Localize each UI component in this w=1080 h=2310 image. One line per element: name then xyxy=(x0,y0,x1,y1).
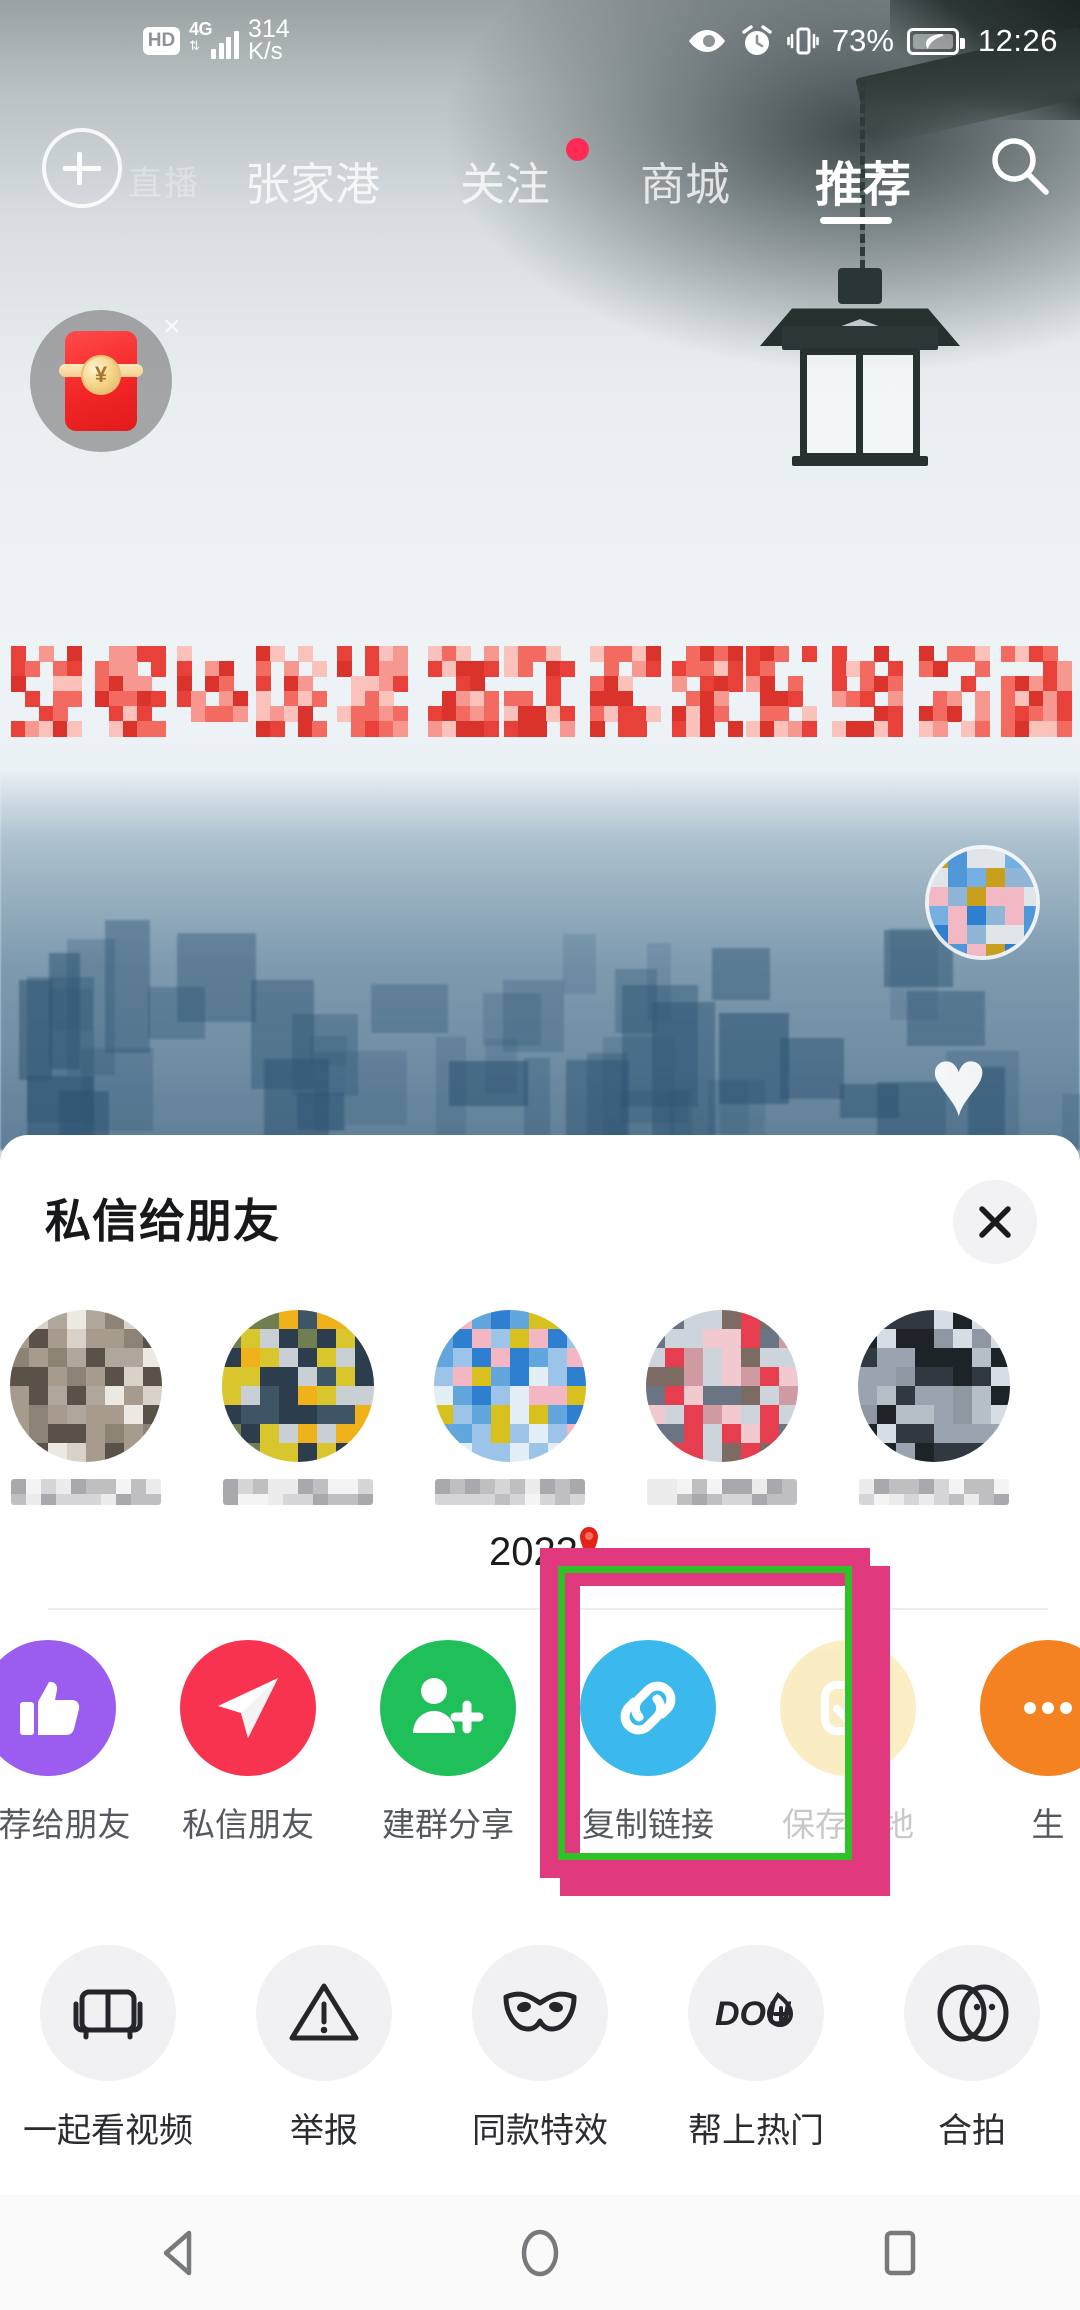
phone-screen: HD 4G ⇅ 314 K/s 73% 12:26 直播 张家港 关注 商城 推… xyxy=(0,0,1080,2310)
signal-bars-icon xyxy=(211,30,239,59)
dou-plus-icon: DOU xyxy=(688,1945,824,2081)
list-item[interactable] xyxy=(192,1310,404,1505)
status-bar: HD 4G ⇅ 314 K/s 73% 12:26 xyxy=(0,0,1080,82)
link-icon xyxy=(580,1640,716,1776)
battery-percent-label: 73% xyxy=(831,23,894,58)
red-envelope-icon: ¥ xyxy=(59,331,143,431)
like-heart-icon[interactable]: ♥ xyxy=(930,1035,1040,1135)
sheet-divider xyxy=(48,1608,1048,1610)
share-action-label: 建群分享 xyxy=(382,1806,514,1843)
share-action-1[interactable]: 私信朋友 xyxy=(148,1640,348,1846)
thumbs-up-icon xyxy=(0,1640,116,1776)
more-icon xyxy=(980,1640,1080,1776)
utility-action-1[interactable]: 举报 xyxy=(224,1945,424,2152)
paper-plane-icon xyxy=(180,1640,316,1776)
duet-circles-icon xyxy=(904,1945,1040,2081)
annotation-pointer-icon xyxy=(580,1527,598,1561)
share-action-4[interactable]: 保存本地 xyxy=(748,1640,948,1846)
active-tab-underline xyxy=(820,217,892,224)
utility-action-3[interactable]: DOU 帮上热门 xyxy=(656,1945,856,2152)
avatar xyxy=(222,1310,374,1462)
hanging-lantern-icon xyxy=(760,268,960,478)
live-ghost-label: 直播 xyxy=(128,165,200,203)
speed-unit: K/s xyxy=(248,38,283,66)
utility-action-label: 举报 xyxy=(290,2112,358,2150)
friend-name xyxy=(435,1479,585,1505)
coin-yuan-symbol: ¥ xyxy=(81,355,121,395)
alarm-clock-icon xyxy=(742,25,772,55)
share-action-label: 复制链接 xyxy=(582,1806,714,1843)
tab-mall[interactable]: 商城 xyxy=(640,148,730,213)
share-action-label: 生 xyxy=(1031,1806,1065,1843)
sheet-title: 私信给朋友 xyxy=(45,1195,280,1247)
utility-action-label: 帮上热门 xyxy=(688,2112,824,2150)
search-icon[interactable] xyxy=(988,134,1052,198)
utility-action-label: 一起看视频 xyxy=(23,2112,193,2150)
friend-name xyxy=(223,1479,373,1505)
friend-name xyxy=(859,1479,1009,1505)
eye-icon xyxy=(688,30,725,52)
close-icon xyxy=(979,1206,1011,1238)
avatar xyxy=(10,1310,162,1462)
top-navigation: 直播 张家港 关注 商城 推荐 xyxy=(0,112,1080,230)
creator-avatar[interactable] xyxy=(925,845,1040,960)
sofa-icon xyxy=(40,1945,176,2081)
hd-icon: HD xyxy=(143,26,180,55)
status-clock: 12:26 xyxy=(977,23,1058,58)
tab-following[interactable]: 关注 xyxy=(460,148,550,213)
add-group-icon xyxy=(380,1640,516,1776)
close-button[interactable] xyxy=(953,1180,1037,1264)
list-item[interactable] xyxy=(828,1310,1040,1505)
friend-name xyxy=(11,1479,161,1505)
list-item[interactable] xyxy=(404,1310,616,1505)
vibrate-icon xyxy=(787,27,819,55)
share-action-label: 保存本地 xyxy=(782,1806,914,1843)
video-caption-pixelated xyxy=(0,628,1080,748)
android-navigation-bar xyxy=(0,2195,1080,2310)
network-type-label: 4G xyxy=(189,18,213,39)
annotation-note: 2023 xyxy=(489,1530,578,1574)
share-action-3[interactable]: 复制链接 xyxy=(548,1640,748,1846)
utility-action-label: 同款特效 xyxy=(472,2112,608,2150)
home-circle-icon[interactable] xyxy=(513,2226,567,2280)
utility-action-0[interactable]: 一起看视频 xyxy=(8,1945,208,2152)
friend-share-list[interactable] xyxy=(0,1310,1080,1560)
share-action-5[interactable]: 生 xyxy=(948,1640,1080,1846)
battery-saver-icon xyxy=(906,27,965,55)
data-arrows-icon: ⇅ xyxy=(189,37,200,53)
following-badge-dot xyxy=(566,138,589,161)
tab-recommend[interactable]: 推荐 xyxy=(815,145,911,215)
signal-icon: 4G ⇅ xyxy=(189,18,239,61)
tab-zhangjiagang[interactable]: 张家港 xyxy=(245,148,380,213)
utility-action-label: 合拍 xyxy=(938,2112,1006,2150)
red-packet-widget[interactable]: ¥ xyxy=(30,310,172,452)
avatar xyxy=(646,1310,798,1462)
list-item[interactable] xyxy=(616,1310,828,1505)
friend-name xyxy=(647,1479,797,1505)
red-packet-close-icon[interactable]: × xyxy=(163,312,181,342)
back-triangle-icon[interactable] xyxy=(153,2226,207,2280)
mask-icon xyxy=(472,1945,608,2081)
list-item[interactable] xyxy=(0,1310,192,1505)
warning-triangle-icon xyxy=(256,1945,392,2081)
recents-square-icon[interactable] xyxy=(873,2226,927,2280)
add-button[interactable] xyxy=(42,128,122,208)
share-action-label: 推荐给朋友 xyxy=(0,1806,131,1843)
utility-action-4[interactable]: 合拍 xyxy=(872,1945,1072,2152)
skyline-silhouette xyxy=(0,770,1080,1226)
avatar xyxy=(434,1310,586,1462)
share-action-2[interactable]: 建群分享 xyxy=(348,1640,548,1846)
share-action-0[interactable]: 推荐给朋友 xyxy=(0,1640,148,1846)
network-speed: 314 K/s xyxy=(248,16,290,66)
avatar xyxy=(858,1310,1010,1462)
share-action-label: 私信朋友 xyxy=(182,1806,314,1843)
utility-action-2[interactable]: 同款特效 xyxy=(440,1945,640,2152)
download-icon xyxy=(780,1640,916,1776)
